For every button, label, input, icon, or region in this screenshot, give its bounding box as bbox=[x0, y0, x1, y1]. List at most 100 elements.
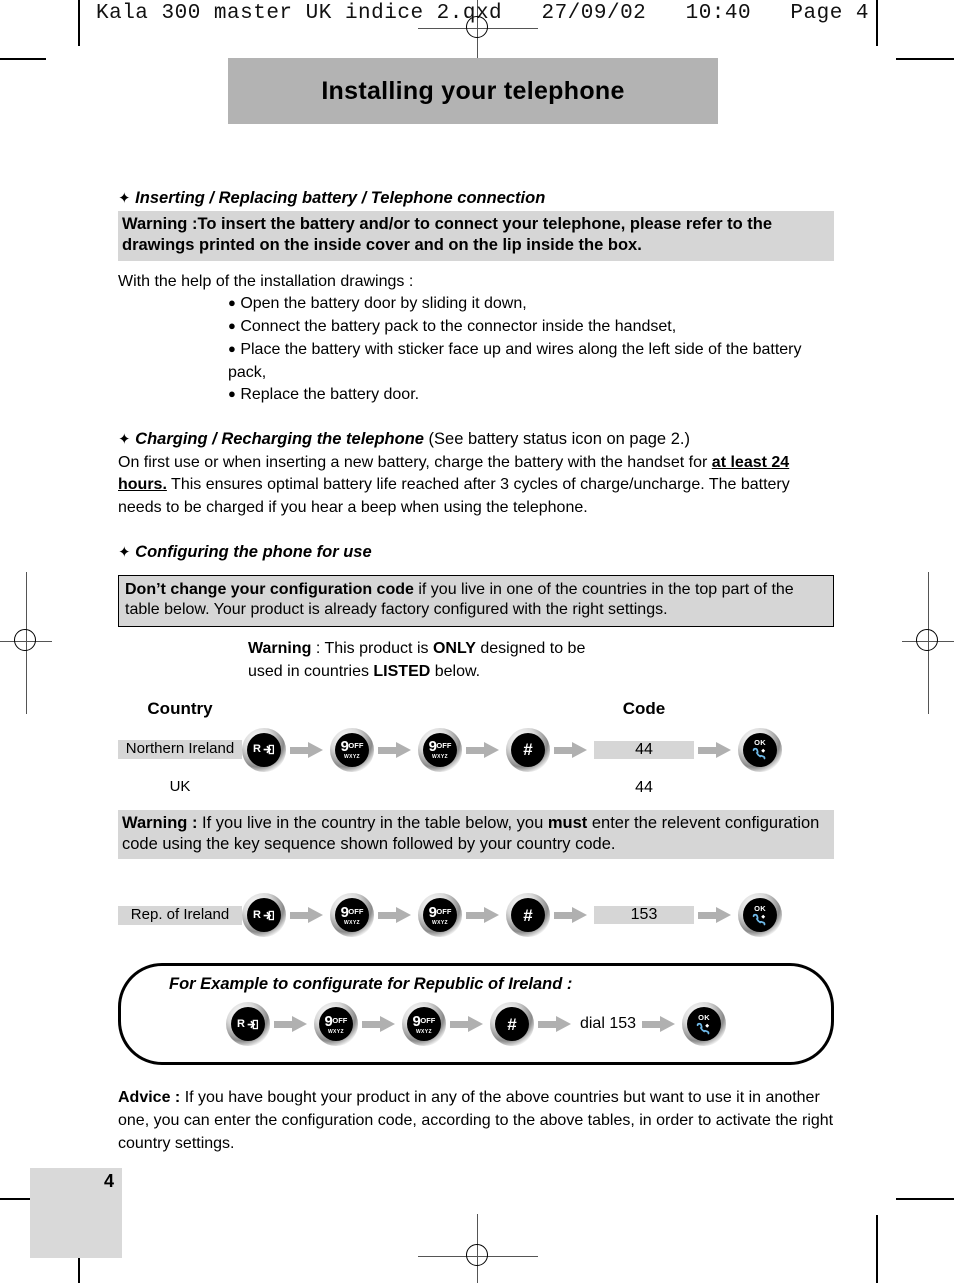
r-arrow-icon bbox=[263, 910, 274, 921]
column-header-code: Code bbox=[622, 698, 666, 718]
page-title-banner: Installing your telephone bbox=[228, 58, 718, 124]
section-heading-configuring-label: Configuring the phone for use bbox=[135, 542, 372, 561]
key-9-button-first[interactable]: 9OFF WXYZ bbox=[313, 1002, 358, 1047]
crop-mark-bottom-right-horizontal bbox=[896, 1198, 954, 1200]
crop-mark-top-left-vertical bbox=[78, 0, 80, 46]
dont-change-code-bold: Don’t change your configuration code bbox=[125, 580, 414, 598]
advice-lead: Advice : bbox=[118, 1089, 181, 1107]
config-table-row-northern-ireland: Northern Ireland R 9OFF WXYZ 9OFF WXYZ #… bbox=[118, 724, 834, 776]
list-item-label: Place the battery with sticker face up a… bbox=[228, 340, 802, 381]
page-title: Installing your telephone bbox=[321, 76, 625, 105]
listed-emphasis: LISTED bbox=[373, 663, 431, 681]
list-item-label: Connect the battery pack to the connecto… bbox=[240, 318, 677, 336]
key-r-button[interactable]: R bbox=[242, 727, 286, 772]
flow-arrow-icon bbox=[273, 1015, 310, 1033]
section-heading-charging-label: Charging / Recharging the telephone bbox=[135, 429, 424, 448]
flow-arrow-icon bbox=[537, 1015, 574, 1033]
key-9-button-second[interactable]: 9OFF WXYZ bbox=[401, 1002, 446, 1047]
key-9-off-label: OFF bbox=[420, 1015, 436, 1025]
flow-arrow-icon bbox=[642, 1015, 678, 1033]
document-content: ✦ Inserting / Replacing battery / Teleph… bbox=[118, 188, 834, 1156]
flow-arrow-icon bbox=[466, 906, 502, 924]
key-9-button-second[interactable]: 9OFF WXYZ bbox=[418, 727, 462, 772]
registration-mark-left bbox=[3, 618, 49, 664]
flow-arrow-icon bbox=[290, 741, 326, 759]
key-hash-button[interactable]: # bbox=[506, 727, 550, 772]
country-cell-rep-of-ireland: Rep. of Ireland bbox=[118, 906, 242, 925]
must-emphasis: must bbox=[547, 813, 588, 832]
key-r-label: R bbox=[253, 908, 261, 921]
key-r-button[interactable]: R bbox=[242, 893, 286, 938]
page-number-box: 4 bbox=[30, 1168, 122, 1258]
round-bullet-icon: ● bbox=[228, 386, 236, 402]
section-heading-battery: ✦ Inserting / Replacing battery / Teleph… bbox=[118, 188, 834, 209]
list-item: ● Replace the battery door. bbox=[228, 384, 834, 407]
crop-mark-top-left-horizontal bbox=[0, 58, 46, 60]
dont-change-code-box: Don’t change your configuration code if … bbox=[118, 574, 834, 628]
list-item-label: Open the battery door by sliding it down… bbox=[240, 295, 527, 313]
flow-arrow-icon bbox=[290, 906, 326, 924]
must-enter-code-warning: Warning : If you live in the country in … bbox=[118, 809, 834, 860]
battery-intro-text: With the help of the installation drawin… bbox=[118, 272, 414, 290]
key-9-letters-label: WXYZ bbox=[327, 1029, 344, 1036]
warning-must-text-a: If you live in the country in the table … bbox=[197, 813, 548, 832]
key-hash-button[interactable]: # bbox=[506, 893, 550, 938]
warning-text-c: used in countries bbox=[248, 663, 374, 681]
list-item: ● Open the battery door by sliding it do… bbox=[228, 293, 834, 316]
only-listed-warning-line2: used in countries LISTED below. bbox=[248, 660, 834, 683]
key-ok-button[interactable]: OK bbox=[738, 727, 782, 772]
section-heading-configuring: ✦ Configuring the phone for use bbox=[118, 542, 834, 563]
flow-arrow-icon bbox=[466, 741, 502, 759]
round-bullet-icon: ● bbox=[228, 295, 236, 311]
key-r-label: R bbox=[253, 743, 261, 756]
example-dial-text: dial 153 bbox=[579, 1015, 637, 1033]
handset-icon bbox=[752, 747, 766, 760]
column-header-country: Country bbox=[147, 698, 213, 718]
example-key-sequence: R 9OFF WXYZ 9OFF WXYZ # dial 153 OK bbox=[141, 998, 811, 1050]
key-9-off-label: OFF bbox=[436, 906, 452, 916]
key-9-button-first[interactable]: 9OFF WXYZ bbox=[330, 893, 374, 938]
charging-body-part1: On first use or when inserting a new bat… bbox=[118, 453, 712, 471]
key-9-letters-label: WXYZ bbox=[431, 754, 449, 761]
diamond-bullet-icon: ✦ bbox=[118, 430, 131, 448]
r-arrow-icon bbox=[247, 1019, 258, 1030]
key-hash-label: # bbox=[523, 905, 533, 925]
handset-icon bbox=[752, 913, 766, 926]
list-item: ● Place the battery with sticker face up… bbox=[228, 339, 834, 384]
key-hash-label: # bbox=[523, 740, 533, 760]
crop-mark-top-right-vertical bbox=[876, 0, 878, 46]
key-hash-button[interactable]: # bbox=[489, 1002, 534, 1047]
key-9-letters-label: WXYZ bbox=[431, 920, 449, 927]
key-9-letters-label: WXYZ bbox=[415, 1029, 432, 1036]
registration-mark-bottom bbox=[455, 1233, 501, 1279]
flow-arrow-icon bbox=[698, 906, 734, 924]
section-heading-charging: ✦ Charging / Recharging the telephone (S… bbox=[118, 429, 834, 450]
flow-arrow-icon bbox=[378, 906, 414, 924]
key-ok-label: OK bbox=[754, 904, 766, 914]
key-9-off-label: OFF bbox=[348, 906, 364, 916]
key-r-button[interactable]: R bbox=[225, 1002, 270, 1047]
only-listed-warning: Warning : This product is ONLY designed … bbox=[248, 637, 834, 683]
key-9-off-label: OFF bbox=[436, 740, 452, 750]
key-ok-button[interactable]: OK bbox=[738, 893, 782, 938]
list-item-label: Replace the battery door. bbox=[240, 386, 420, 404]
key-9-off-label: OFF bbox=[332, 1015, 348, 1025]
config-table-row-rep-of-ireland: Rep. of Ireland R 9OFF WXYZ 9OFF WXYZ # … bbox=[118, 889, 834, 941]
flow-arrow-icon bbox=[378, 741, 414, 759]
flow-arrow-icon bbox=[554, 741, 590, 759]
flow-arrow-icon bbox=[449, 1015, 486, 1033]
country-cell-northern-ireland: Northern Ireland bbox=[118, 740, 242, 759]
key-9-button-first[interactable]: 9OFF WXYZ bbox=[330, 727, 374, 772]
only-listed-warning-line1: Warning : This product is ONLY designed … bbox=[248, 637, 834, 660]
country-cell-uk: UK bbox=[169, 778, 191, 796]
key-9-letters-label: WXYZ bbox=[343, 754, 361, 761]
example-title: For Example to configurate for Republic … bbox=[169, 975, 573, 994]
file-header-stamp: Kala 300 master UK indice 2.qxd 27/09/02… bbox=[96, 2, 870, 25]
key-9-button-second[interactable]: 9OFF WXYZ bbox=[418, 893, 462, 938]
section-heading-charging-note: (See battery status icon on page 2.) bbox=[428, 429, 690, 448]
key-9-letters-label: WXYZ bbox=[343, 920, 361, 927]
example-callout-box: For Example to configurate for Republic … bbox=[118, 963, 834, 1066]
key-ok-button[interactable]: OK bbox=[682, 1002, 727, 1047]
flow-arrow-icon bbox=[698, 741, 734, 759]
flow-arrow-icon bbox=[554, 906, 590, 924]
